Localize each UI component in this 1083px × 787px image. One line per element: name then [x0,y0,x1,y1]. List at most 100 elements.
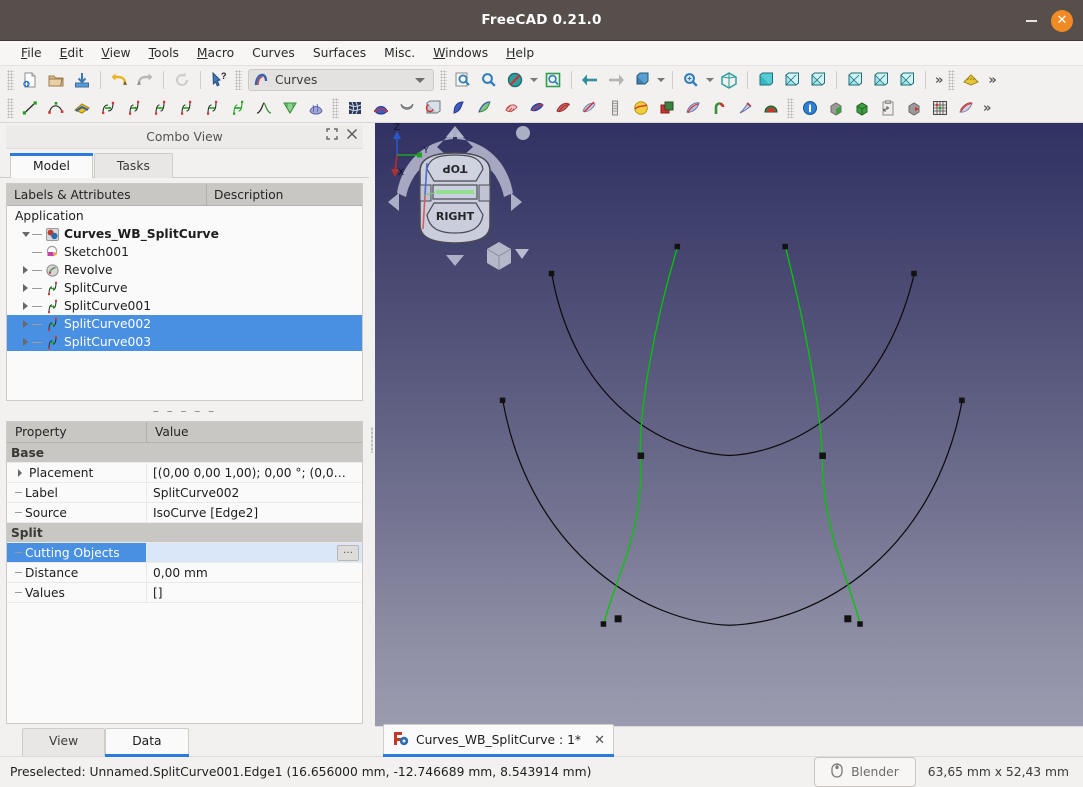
solid-icon[interactable] [602,96,628,120]
view-bottom-icon[interactable] [868,68,894,92]
cutting-objects-browse-button[interactable]: … [337,544,359,561]
new-document-icon[interactable] [17,68,43,92]
property-group-base[interactable]: Base [7,443,362,463]
sweep-surface-icon[interactable] [368,96,394,120]
tab-tasks[interactable]: Tasks [93,153,173,178]
property-value-editor[interactable]: … [147,543,362,562]
clipboard-icon[interactable] [875,96,901,120]
property-row-distance[interactable]: Distance 0,00 mm [7,563,362,583]
redo-icon[interactable] [132,68,158,92]
isocurve-icon[interactable] [524,96,550,120]
tree-item-splitcurve[interactable]: SplitCurve [7,279,362,297]
segment-surface-icon[interactable] [446,96,472,120]
workbench-selector[interactable]: Curves [248,69,434,91]
flatten-face-icon[interactable] [472,96,498,120]
chevron-down-icon[interactable] [19,232,32,237]
paint-icon[interactable] [732,96,758,120]
tree-item-splitcurve003[interactable]: SplitCurve003 [7,333,362,351]
property-row-placement[interactable]: Placement [(0,00 0,00 1,00); 0,00 °; (0,… [7,463,362,483]
property-value[interactable]: [(0,00 0,00 1,00); 0,00 °; (0,0… [147,463,362,482]
sketch-on-surface-icon[interactable] [550,96,576,120]
property-value[interactable]: [] [147,583,362,602]
dome-icon[interactable] [758,96,784,120]
property-value[interactable]: 0,00 mm [147,563,362,582]
grid-icon[interactable] [927,96,953,120]
split-curve-icon[interactable] [121,96,147,120]
menu-item-surfaces[interactable]: Surfaces [304,44,375,62]
navigation-style-button[interactable]: Blender [814,757,916,787]
zoom-icon[interactable] [476,68,502,92]
menu-item-view[interactable]: View [92,44,139,62]
multi-loft-icon[interactable] [576,96,602,120]
boolean-icon[interactable] [654,96,680,120]
toolbar-overflow-button[interactable]: » [931,73,945,88]
tree-item-sketch001[interactable]: Sketch001 [7,243,362,261]
green-box-icon[interactable] [849,96,875,120]
chevron-right-icon[interactable] [19,320,32,328]
toolbar-grip[interactable] [948,70,956,90]
previous-view-icon[interactable] [577,68,603,92]
document-tab[interactable]: Curves_WB_SplitCurve : 1* ✕ [383,724,614,757]
tree-column-labels[interactable]: Labels & Attributes [7,184,207,205]
box-element-icon[interactable] [823,96,849,120]
tab-data[interactable]: Data [105,728,189,757]
tree-item-splitcurve001[interactable]: SplitCurve001 [7,297,362,315]
view-top-icon[interactable] [779,68,805,92]
tree-item-document[interactable]: Curves_WB_SplitCurve [7,225,362,243]
toolbar-overflow-button-2[interactable]: » [984,73,998,88]
tree-item-application[interactable]: Application [7,207,362,225]
draw-style-dropdown[interactable] [528,68,540,92]
toolbar-grip[interactable] [332,98,339,118]
tab-model[interactable]: Model [10,153,93,178]
property-value[interactable]: IsoCurve [Edge2] [147,503,362,522]
tab-view[interactable]: View [22,728,106,756]
undo-icon[interactable] [106,68,132,92]
toolbar-grip[interactable] [7,98,14,118]
hook-icon[interactable] [706,96,732,120]
toolbar-overflow-button-3[interactable]: » [979,101,993,116]
menu-item-file[interactable]: File [12,44,51,62]
blend-curve-icon[interactable] [251,96,277,120]
tree-item-revolve[interactable]: Revolve [7,261,362,279]
property-column-value[interactable]: Value [147,422,362,442]
tree-column-description[interactable]: Description [207,184,362,205]
view-left-icon[interactable] [894,68,920,92]
3d-viewport[interactable]: TOP RIGHT Z Y X [375,123,1083,726]
property-column-property[interactable]: Property [7,422,147,442]
menu-item-macro[interactable]: Macro [188,44,243,62]
view-front-icon[interactable] [753,68,779,92]
info-icon[interactable] [797,96,823,120]
property-row-label[interactable]: Label SplitCurve002 [7,483,362,503]
chevron-right-icon[interactable] [19,302,32,310]
toolbar-grip[interactable] [440,70,447,90]
chevron-right-icon[interactable] [19,266,32,274]
profile-support-icon[interactable] [498,96,524,120]
tree-item-splitcurve002[interactable]: SplitCurve002 [7,315,362,333]
open-document-icon[interactable] [43,68,69,92]
chevron-down-icon[interactable] [415,77,425,83]
menu-item-misc[interactable]: Misc. [375,44,424,62]
toolbar-grip[interactable] [235,70,242,90]
parametric-curve-icon[interactable] [225,96,251,120]
chevron-right-icon[interactable] [19,338,32,346]
toolbar-grip[interactable] [787,98,794,118]
pipeshell-icon[interactable] [420,96,446,120]
mixed-curve-icon[interactable] [680,96,706,120]
axonometric-view-icon[interactable] [629,68,655,92]
editable-spline-icon[interactable] [69,96,95,120]
line-icon[interactable] [17,96,43,120]
sphere-icon[interactable] [628,96,654,120]
draw-style-icon[interactable] [502,68,528,92]
isocurve-tool-icon[interactable] [953,96,979,120]
std-view-box-zoom-icon[interactable] [540,68,566,92]
chevron-right-icon[interactable] [19,284,32,292]
reverse-icon[interactable] [901,96,927,120]
menu-item-tools[interactable]: Tools [140,44,188,62]
chevron-right-icon[interactable] [11,468,29,478]
bspline-icon[interactable] [43,96,69,120]
close-icon[interactable] [345,127,359,141]
property-row-source[interactable]: Source IsoCurve [Edge2] [7,503,362,523]
minimize-button[interactable] [1021,11,1041,31]
zebra-icon[interactable] [303,96,329,120]
gordon-surface-icon[interactable] [342,96,368,120]
